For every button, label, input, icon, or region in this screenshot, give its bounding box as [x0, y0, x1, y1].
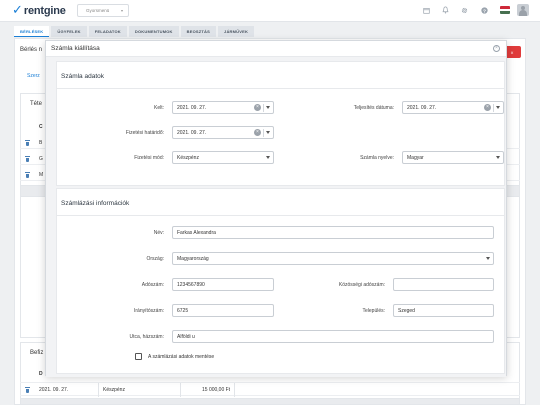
items-title: Téte	[30, 101, 43, 107]
tab-dokumentumok[interactable]: DOKUMENTUMOK	[128, 26, 179, 37]
trash-icon[interactable]	[25, 172, 30, 178]
utca-label: Utca, házszám:	[129, 334, 164, 340]
fizetesi-hatarido-value: 2021. 09. 27.	[177, 129, 207, 136]
section-divider	[57, 88, 504, 89]
row-label: M	[39, 172, 44, 178]
utca-value: Alföldi u	[177, 333, 195, 340]
chevron-down-icon: ▾	[120, 8, 123, 13]
quick-menu-value: Gyorsmenü	[86, 8, 110, 13]
table-row: 2021. 09. 27. Készpénz 15 000,00 Ft	[20, 382, 520, 397]
nev-value: Farkas Alexandra	[177, 229, 216, 236]
payments-title: Befiz	[30, 350, 44, 356]
logo-check-icon: ✓	[12, 3, 23, 18]
trash-icon[interactable]	[25, 387, 30, 393]
main-tabs: BÉRLÉSEK ÜGYFELEK FELADATOK DOKUMENTUMOK…	[14, 26, 255, 37]
szamla-nyelve-label: Számla nyelve:	[360, 155, 394, 161]
contract-link[interactable]: Szerz	[27, 73, 40, 79]
gear-icon[interactable]	[458, 4, 470, 16]
orszag-label: Ország:	[146, 256, 164, 262]
chevron-down-icon	[496, 156, 500, 159]
kelt-date-value: 2021. 09. 27.	[177, 104, 207, 111]
fizetesi-mod-value: Készpénz	[177, 154, 199, 161]
top-bar: ✓ rentgine Gyorsmenü ▾ ?	[0, 0, 540, 22]
fizetesi-hatarido-label: Fizetési határidő:	[125, 130, 164, 136]
iranyitoszam-label: Irányítószám:	[133, 308, 164, 314]
quick-menu-select[interactable]: Gyorsmenü ▾	[77, 4, 129, 17]
payment-method: Készpénz	[103, 387, 125, 393]
calendar-icon[interactable]	[420, 4, 432, 16]
kelt-label: Kelt:	[153, 105, 164, 111]
rental-title: Bérlés n	[20, 47, 43, 53]
modal-title: Számla kiállítása	[51, 45, 100, 52]
chevron-down-icon	[486, 257, 490, 260]
payment-amount: 15 000,00 Ft	[202, 387, 231, 393]
utca-input[interactable]: Alföldi u	[172, 330, 494, 343]
adoszam-input[interactable]: 1234567890	[172, 278, 274, 291]
szamla-nyelve-value: Magyar	[407, 154, 424, 161]
fizetesi-hatarido-field[interactable]: 2021. 09. 27. ×	[172, 126, 274, 139]
billing-info-section: Számlázási információk Név: Farkas Alexa…	[56, 188, 505, 374]
save-billing-checkbox[interactable]	[135, 353, 142, 360]
chevron-down-icon[interactable]	[266, 131, 270, 134]
chevron-down-icon	[266, 156, 270, 159]
invoice-data-section: Számla adatok Kelt: 2021. 09. 27. × Telj…	[56, 61, 505, 186]
trash-icon[interactable]	[25, 156, 30, 162]
avatar[interactable]	[517, 4, 529, 16]
adoszam-label: Adószám:	[141, 282, 164, 288]
payments-column-header: D	[39, 371, 43, 377]
tab-feladatok[interactable]: FELADATOK	[88, 26, 127, 37]
field-separator	[493, 104, 494, 112]
payment-date: 2021. 09. 27.	[39, 387, 69, 393]
billing-info-title: Számlázási információk	[61, 200, 130, 207]
clear-icon[interactable]: ×	[254, 129, 261, 136]
section-divider	[57, 215, 504, 216]
field-separator	[263, 129, 264, 137]
telepules-input[interactable]: Szeged	[393, 304, 494, 317]
clear-icon[interactable]: ×	[254, 104, 261, 111]
trash-icon[interactable]	[25, 140, 30, 146]
teljesites-label: Teljesítés dátuma:	[353, 105, 394, 111]
kelt-date-field[interactable]: 2021. 09. 27. ×	[172, 101, 274, 114]
teljesites-date-value: 2021. 09. 27.	[407, 104, 437, 111]
tab-beosztas[interactable]: BEOSZTÁS	[180, 26, 217, 37]
modal-body: Számla adatok Kelt: 2021. 09. 27. × Telj…	[46, 57, 506, 377]
adoszam-value: 1234567890	[177, 281, 205, 288]
teljesites-date-field[interactable]: 2021. 09. 27. ×	[402, 101, 504, 114]
orszag-select[interactable]: Magyarország	[172, 252, 494, 265]
help-icon[interactable]: ?	[478, 4, 490, 16]
modal-header: Számla kiállítása ×	[46, 41, 506, 57]
nev-input[interactable]: Farkas Alexandra	[172, 226, 494, 239]
tab-berlesek[interactable]: BÉRLÉSEK	[14, 26, 50, 37]
tab-jarmuvek[interactable]: JÁRMŰVEK	[218, 26, 255, 37]
payments-total-row	[20, 398, 520, 405]
szamla-nyelve-select[interactable]: Magyar	[402, 151, 504, 164]
row-label: B	[39, 140, 43, 146]
hungarian-flag-icon[interactable]	[500, 6, 510, 14]
fizetesi-mod-select[interactable]: Készpénz	[172, 151, 274, 164]
kozossegi-adoszam-input[interactable]	[393, 278, 494, 291]
tab-ugyfelek[interactable]: ÜGYFELEK	[51, 26, 87, 37]
kozossegi-adoszam-label: Közösségi adószám:	[338, 282, 385, 288]
logo-text: rentgine	[23, 4, 66, 17]
iranyitoszam-input[interactable]: 6725	[172, 304, 274, 317]
field-separator	[263, 104, 264, 112]
items-column-header: C	[39, 124, 43, 130]
logo[interactable]: ✓ rentgine	[12, 4, 66, 17]
orszag-value: Magyarország	[177, 255, 209, 262]
iranyitoszam-value: 6725	[177, 307, 189, 314]
telepules-label: Település:	[362, 308, 385, 314]
fizetesi-mod-label: Fizetési mód:	[134, 155, 164, 161]
close-icon[interactable]: ×	[493, 45, 500, 52]
telepules-value: Szeged	[398, 307, 415, 314]
bell-icon[interactable]	[439, 4, 451, 16]
save-billing-label[interactable]: A számlázási adatok mentése	[148, 354, 214, 360]
chevron-down-icon[interactable]	[266, 106, 270, 109]
invoice-data-title: Számla adatok	[61, 73, 104, 80]
nev-label: Név:	[153, 230, 164, 236]
row-label: G	[39, 156, 43, 162]
svg-text:?: ?	[483, 8, 486, 14]
clear-icon[interactable]: ×	[484, 104, 491, 111]
chevron-down-icon[interactable]	[496, 106, 500, 109]
invoice-modal: Számla kiállítása × Számla adatok Kelt: …	[45, 40, 507, 377]
